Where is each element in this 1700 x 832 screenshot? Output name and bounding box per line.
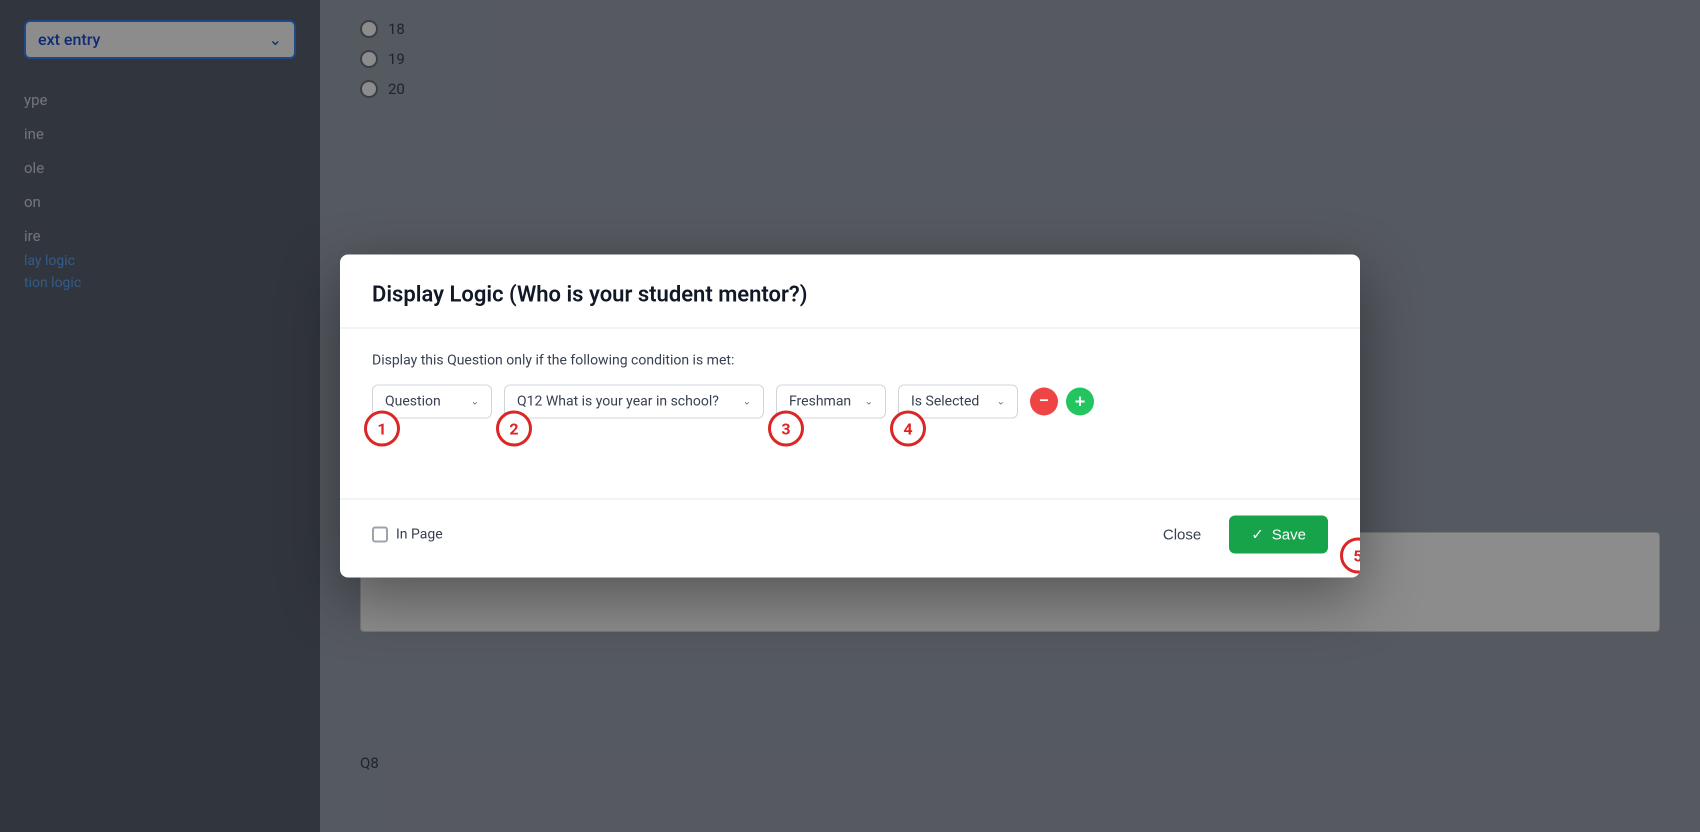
close-button[interactable]: Close <box>1147 518 1217 551</box>
modal-header: Display Logic (Who is your student mento… <box>340 255 1360 329</box>
annotation-badge-1: 1 <box>364 411 400 447</box>
chevron-down-icon: ⌄ <box>865 396 873 407</box>
is-selected-dropdown-wrapper: Is Selected ⌄ 4 <box>898 385 1018 419</box>
chevron-down-icon: ⌄ <box>471 396 479 407</box>
save-button-wrapper: ✓ Save 5 <box>1229 516 1328 554</box>
chevron-down-icon: ⌄ <box>743 396 751 407</box>
annotation-badge-5: 5 <box>1340 538 1360 574</box>
footer-actions: Close ✓ Save 5 <box>1147 516 1328 554</box>
modal-footer: In Page Close ✓ Save 5 <box>340 499 1360 578</box>
freshman-dropdown-wrapper: Freshman ⌄ 3 <box>776 385 886 419</box>
action-buttons: − + <box>1030 388 1094 416</box>
q12-dropdown-label: Q12 What is your year in school? <box>517 394 719 410</box>
in-page-label[interactable]: In Page <box>372 527 443 543</box>
condition-row-wrapper: Question ⌄ 1 Q12 What is your year in sc… <box>372 385 1328 475</box>
save-button[interactable]: ✓ Save <box>1229 516 1328 554</box>
modal-title: Display Logic (Who is your student mento… <box>372 283 1328 308</box>
q12-dropdown-wrapper: Q12 What is your year in school? ⌄ 2 <box>504 385 764 419</box>
is-selected-dropdown-label: Is Selected <box>911 394 979 410</box>
condition-row: Question ⌄ 1 Q12 What is your year in sc… <box>372 385 1094 419</box>
annotation-badge-4: 4 <box>890 411 926 447</box>
condition-label: Display this Question only if the follow… <box>372 353 1328 369</box>
in-page-checkbox[interactable] <box>372 527 388 543</box>
in-page-text: In Page <box>396 527 443 543</box>
add-condition-button[interactable]: + <box>1066 388 1094 416</box>
chevron-down-icon: ⌄ <box>997 396 1005 407</box>
annotation-badge-2: 2 <box>496 411 532 447</box>
freshman-dropdown-label: Freshman <box>789 394 851 410</box>
save-label: Save <box>1272 526 1306 543</box>
annotation-badge-3: 3 <box>768 411 804 447</box>
remove-condition-button[interactable]: − <box>1030 388 1058 416</box>
minus-icon: − <box>1039 394 1048 410</box>
question-dropdown-wrapper: Question ⌄ 1 <box>372 385 492 419</box>
plus-icon: + <box>1075 393 1086 411</box>
q12-dropdown[interactable]: Q12 What is your year in school? ⌄ <box>504 385 764 419</box>
modal-body: Display this Question only if the follow… <box>340 329 1360 499</box>
check-icon: ✓ <box>1251 526 1264 544</box>
question-dropdown-label: Question <box>385 394 441 410</box>
display-logic-modal: Display Logic (Who is your student mento… <box>340 255 1360 578</box>
